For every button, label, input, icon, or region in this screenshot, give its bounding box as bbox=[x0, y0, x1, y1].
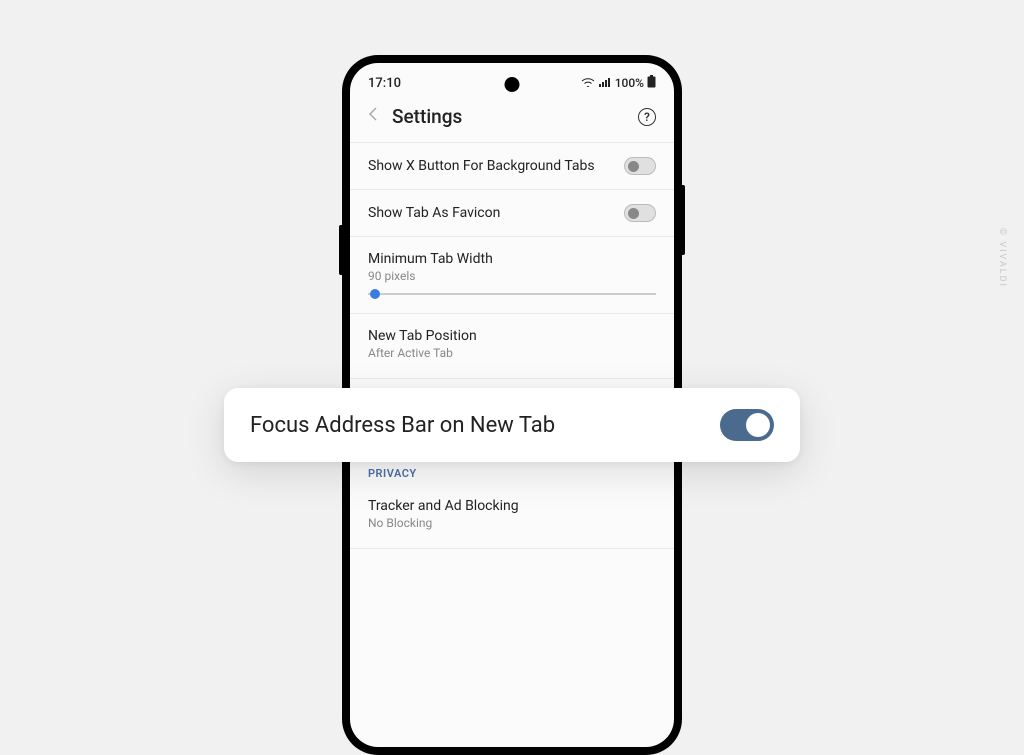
settings-list: Show X Button For Background Tabs Show T… bbox=[350, 142, 674, 549]
signal-icon bbox=[598, 76, 612, 90]
setting-show-tab-favicon[interactable]: Show Tab As Favicon bbox=[350, 190, 674, 237]
setting-tracker-ad-blocking[interactable]: Tracker and Ad Blocking No Blocking bbox=[350, 488, 674, 549]
back-chevron-icon[interactable] bbox=[368, 106, 378, 127]
status-icons: 100% bbox=[581, 75, 656, 91]
setting-show-x-button[interactable]: Show X Button For Background Tabs bbox=[350, 143, 674, 190]
setting-focus-address-bar[interactable]: Focus Address Bar on New Tab bbox=[224, 388, 800, 462]
toggle-show-tab-favicon[interactable] bbox=[624, 204, 656, 222]
battery-icon bbox=[647, 75, 656, 91]
setting-label: New Tab Position bbox=[368, 328, 656, 344]
setting-min-tab-width[interactable]: Minimum Tab Width 90 pixels bbox=[350, 237, 674, 314]
setting-label: Tracker and Ad Blocking bbox=[368, 498, 656, 514]
settings-header: Settings ? bbox=[350, 95, 674, 142]
setting-label: Show Tab As Favicon bbox=[368, 205, 500, 221]
toggle-show-x-button[interactable] bbox=[624, 157, 656, 175]
battery-percent: 100% bbox=[615, 76, 644, 90]
slider-thumb[interactable] bbox=[370, 289, 380, 299]
help-icon[interactable]: ? bbox=[638, 108, 656, 126]
setting-value: No Blocking bbox=[368, 516, 656, 530]
min-tab-width-slider[interactable] bbox=[368, 293, 656, 295]
setting-value: After Active Tab bbox=[368, 346, 656, 360]
setting-new-tab-position[interactable]: New Tab Position After Active Tab bbox=[350, 314, 674, 379]
watermark: © VIVALDI bbox=[997, 228, 1007, 288]
wifi-icon bbox=[581, 76, 595, 90]
setting-label: Show X Button For Background Tabs bbox=[368, 158, 595, 174]
toggle-focus-address-bar[interactable] bbox=[720, 409, 774, 441]
setting-label: Minimum Tab Width bbox=[368, 251, 656, 267]
setting-value: 90 pixels bbox=[368, 269, 656, 283]
setting-label: Focus Address Bar on New Tab bbox=[250, 413, 555, 438]
camera-punch-hole bbox=[505, 77, 520, 92]
status-time: 17:10 bbox=[368, 76, 401, 91]
page-title: Settings bbox=[392, 105, 624, 128]
